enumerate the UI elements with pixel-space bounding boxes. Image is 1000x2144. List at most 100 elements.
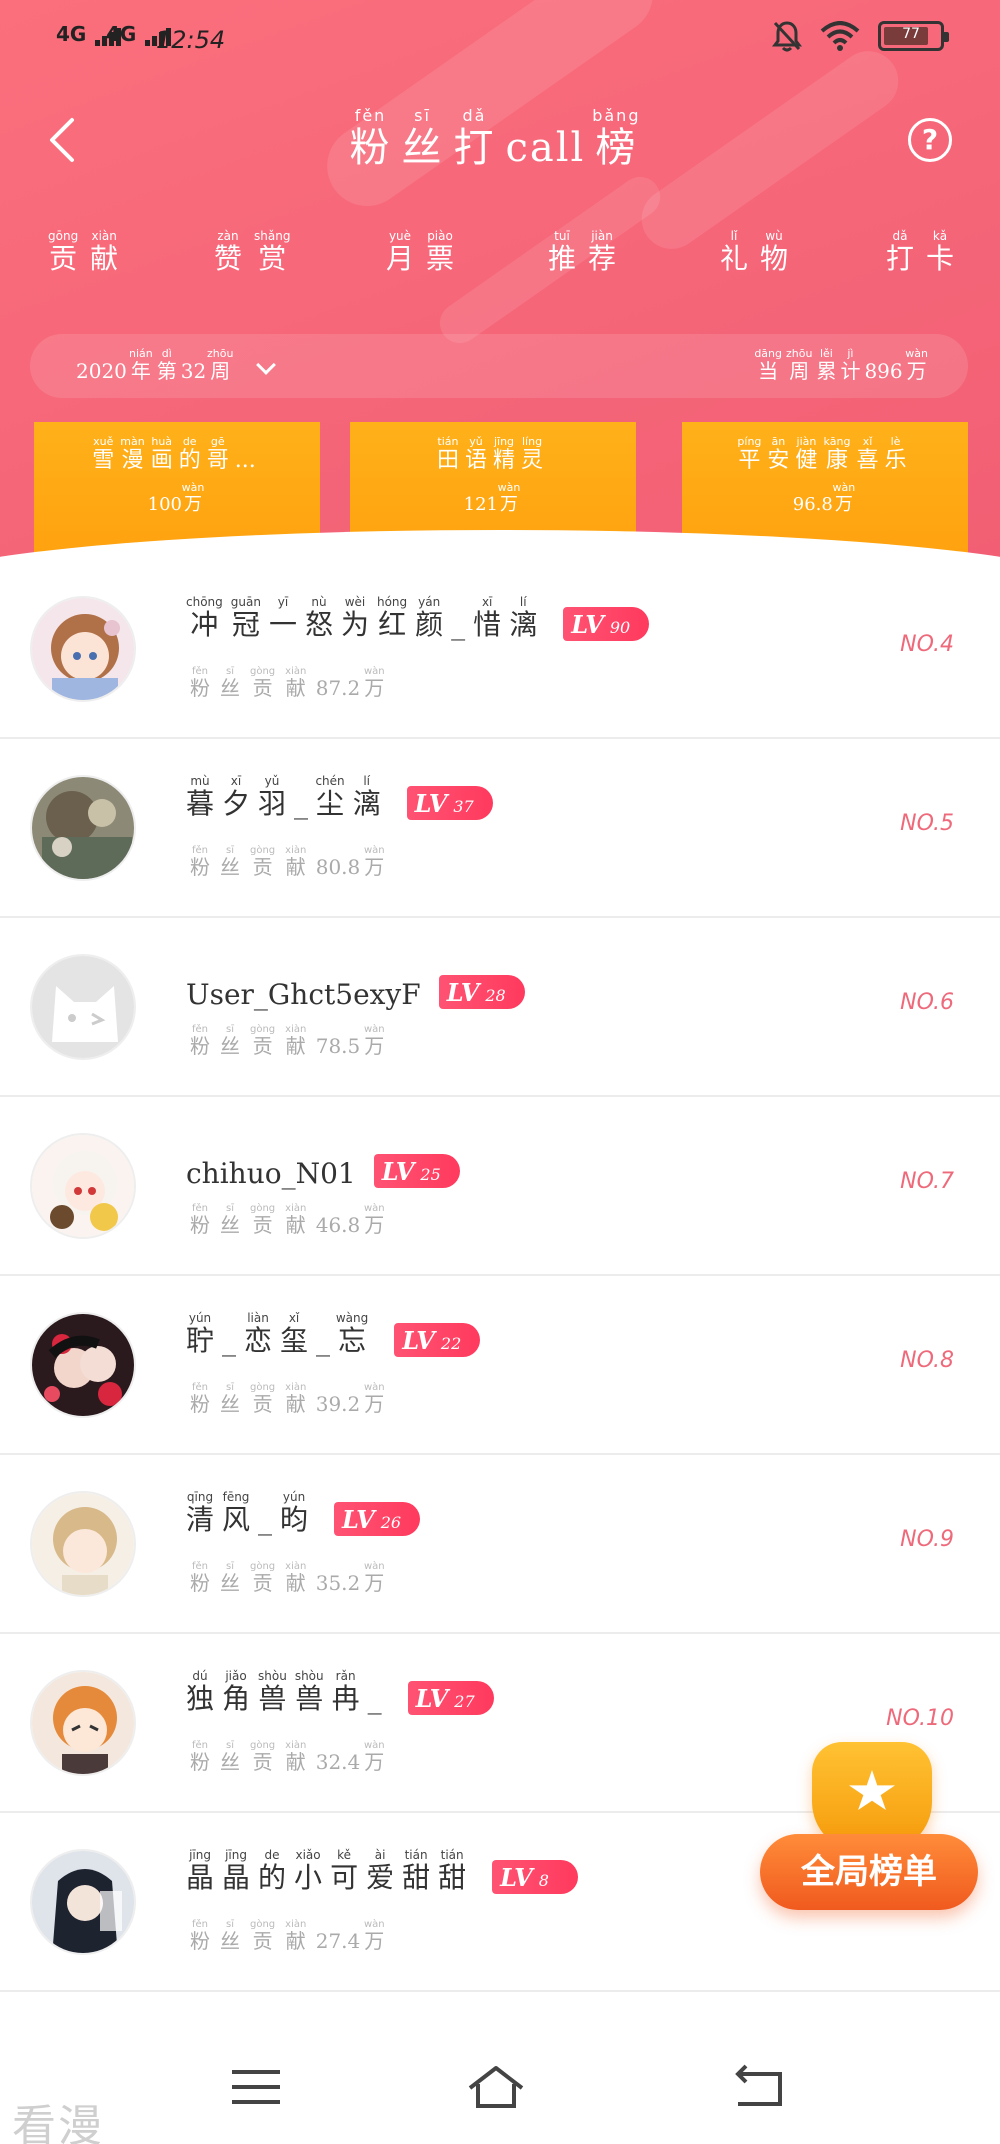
- user-name: 聍yún_ 恋liàn玺xǐ_ 忘wàngLV 22: [186, 1311, 481, 1359]
- tab-recommend[interactable]: 推tuī 荐jiàn: [548, 229, 628, 277]
- user-name-char: 暮mù: [186, 774, 215, 820]
- help-icon[interactable]: ?: [908, 118, 952, 162]
- avatar[interactable]: [30, 1670, 136, 1776]
- contrib-label-char: 丝sī: [220, 666, 240, 700]
- contrib-label-char: 丝sī: [220, 1919, 240, 1953]
- user-name-char: 红hóng: [376, 595, 408, 641]
- user-name: 晶jīng晶jīng的de小xiǎo可kě爱ài甜tián甜tiánLV 8: [186, 1848, 579, 1896]
- contrib-unit-char: 万wàn: [363, 1382, 385, 1416]
- tab-checkin[interactable]: 打dǎ 卡kǎ: [886, 229, 966, 277]
- contrib-label-char: 献xiàn: [285, 666, 307, 700]
- level-badge: LV 25: [373, 1154, 460, 1188]
- user-name-char: 冠guān: [230, 595, 261, 641]
- menu-icon[interactable]: [226, 2062, 286, 2112]
- tab-contribution[interactable]: 贡gōng 献xiàn: [48, 229, 130, 277]
- tab-label-char: 赞zàn: [214, 229, 243, 275]
- contrib-label-char: 贡gòng: [250, 1024, 276, 1058]
- list-item[interactable]: 聍yún_ 恋liàn玺xǐ_ 忘wàngLV 22 粉fěn丝sī贡gòng献xiàn…: [0, 1276, 1000, 1455]
- user-name-char: 甜tián: [438, 1848, 467, 1894]
- user-name-char: 兽shòu: [294, 1669, 324, 1715]
- avatar[interactable]: [30, 596, 136, 702]
- top3-value-char: 万wàn: [181, 481, 205, 515]
- home-icon[interactable]: [466, 2062, 526, 2112]
- fan-contribution: 粉fěn 丝sī 贡gòng 献xiàn 80.8 万wàn: [190, 845, 385, 880]
- header-background: 4G 4G 12:54 77 粉fěn丝sī打dǎcall 榜bǎng ? 贡g…: [0, 0, 1000, 560]
- top3-name-char: ...: [234, 448, 256, 473]
- week-total: 当dāng周zhōu累lěi计jì896 万wàn: [754, 347, 932, 384]
- fan-contribution: 粉fěn 丝sī 贡gòng 献xiàn 35.2 万wàn: [190, 1561, 385, 1596]
- list-item[interactable]: 冲chōng冠guān一yī怒nù为wèi红hóng颜yán_ 惜xī漓lí LV 9…: [0, 560, 1000, 739]
- contrib-label-char: 贡gòng: [250, 1561, 276, 1595]
- top3-name-char: 喜xǐ: [856, 435, 879, 473]
- tab-label-char: 票piào: [426, 229, 455, 275]
- user-name-char: 羽yǔ: [258, 774, 287, 820]
- tab-label-char: 物wù: [760, 229, 789, 275]
- user-name-text: chihuo_N01: [186, 1157, 356, 1190]
- contrib-label-char: 丝sī: [220, 845, 240, 879]
- user-name-char: 角jiǎo: [222, 1669, 251, 1715]
- rank-number: NO.7: [900, 1169, 954, 1194]
- contrib-unit-char: 万wàn: [363, 1203, 385, 1237]
- tab-monthly[interactable]: 月yuè 票piào: [386, 229, 466, 277]
- avatar[interactable]: [30, 1849, 136, 1955]
- user-name-char: 冲chōng: [186, 595, 223, 641]
- period-bar: 2020 年nián第dì32周zhōu 当dāng周zhōu累lěi计jì896…: [30, 334, 968, 398]
- week-label-char: 2020: [76, 359, 127, 383]
- avatar[interactable]: [30, 954, 136, 1060]
- list-item[interactable]: 清qīng风fēng_ 昀yún LV 26 粉fěn 丝sī 贡gòng 献xiàn 35.2…: [0, 1455, 1000, 1634]
- contribution-value: 39.2: [315, 1392, 361, 1416]
- top3-value-char: 万wàn: [832, 481, 856, 515]
- back-icon[interactable]: [730, 2062, 790, 2112]
- contrib-label-char: 献xiàn: [285, 1203, 307, 1237]
- title-char: call: [505, 125, 586, 171]
- level-number: 22: [440, 1334, 462, 1353]
- tab-label-char: 荐jiàn: [588, 229, 617, 275]
- total-label-char: 周zhōu: [786, 347, 813, 383]
- top3-name-char: 哥gē: [206, 435, 229, 473]
- list-item[interactable]: 暮mù夕xī羽yǔ_ 尘chén漓lí LV 37 粉fěn 丝sī 贡gòng 献xiàn 8…: [0, 739, 1000, 918]
- user-name: chihuo_N01 LV 25: [186, 1133, 460, 1190]
- user-name-char: _: [451, 608, 466, 641]
- list-item[interactable]: User_Ghct5exyF LV 28 粉fěn 丝sī 贡gòng 献xiàn 78.5 万…: [0, 918, 1000, 1097]
- contrib-unit-char: 万wàn: [363, 1561, 385, 1595]
- status-time: 12:54: [156, 26, 226, 54]
- tab-reward[interactable]: 赞zàn 赏shǎng: [214, 229, 302, 277]
- contrib-label-char: 粉fěn: [190, 1561, 210, 1595]
- contrib-label-char: 丝sī: [220, 1382, 240, 1416]
- avatar[interactable]: [30, 1491, 136, 1597]
- contrib-unit-char: 万wàn: [363, 1919, 385, 1953]
- user-name-char: _: [367, 1682, 382, 1715]
- contrib-label-char: 献xiàn: [285, 1382, 307, 1416]
- tab-label-char: 推tuī: [548, 229, 577, 275]
- avatar[interactable]: [30, 775, 136, 881]
- user-name-text: User_Ghct5exyF: [186, 978, 421, 1011]
- global-ranking-button[interactable]: 全局榜单: [760, 1742, 978, 1922]
- contribution-value: 35.2: [315, 1571, 361, 1595]
- top3-value-char: 100: [147, 494, 182, 515]
- total-label-char: 万wàn: [905, 347, 928, 383]
- list-item[interactable]: chihuo_N01 LV 25 粉fěn 丝sī 贡gòng 献xiàn 46.8 万wàn N…: [0, 1097, 1000, 1276]
- user-name-char: 一yī: [268, 595, 297, 641]
- avatar[interactable]: [30, 1312, 136, 1418]
- contrib-label-char: 贡gòng: [250, 666, 276, 700]
- contrib-label-char: 粉fěn: [190, 1740, 210, 1774]
- week-label-char: 周zhōu: [207, 347, 234, 383]
- title-char: 粉fěn: [349, 106, 392, 171]
- tab-label-char: 月yuè: [386, 229, 415, 275]
- avatar[interactable]: [30, 1133, 136, 1239]
- watermark: 看漫: [12, 2101, 104, 2144]
- top3-name-char: 语yǔ: [464, 435, 487, 473]
- tab-label-char: 礼lǐ: [720, 229, 749, 275]
- level-badge: LV 90: [563, 607, 650, 641]
- user-name-char: 兽shòu: [258, 1669, 287, 1715]
- top3-name-char: 精jīng: [493, 435, 516, 473]
- user-name-char: 昀yún: [280, 1490, 309, 1536]
- level-number: 28: [485, 986, 506, 1005]
- week-selector[interactable]: 2020 年nián第dì32周zhōu: [76, 347, 277, 384]
- contrib-label-char: 粉fěn: [190, 845, 210, 879]
- tab-gift[interactable]: 礼lǐ 物wù: [720, 229, 800, 277]
- level-number: 27: [454, 1692, 475, 1711]
- contribution-value: 80.8: [315, 855, 361, 879]
- top3-value-char: 121: [463, 494, 498, 515]
- top3-name-char: 雪xuě: [92, 435, 115, 473]
